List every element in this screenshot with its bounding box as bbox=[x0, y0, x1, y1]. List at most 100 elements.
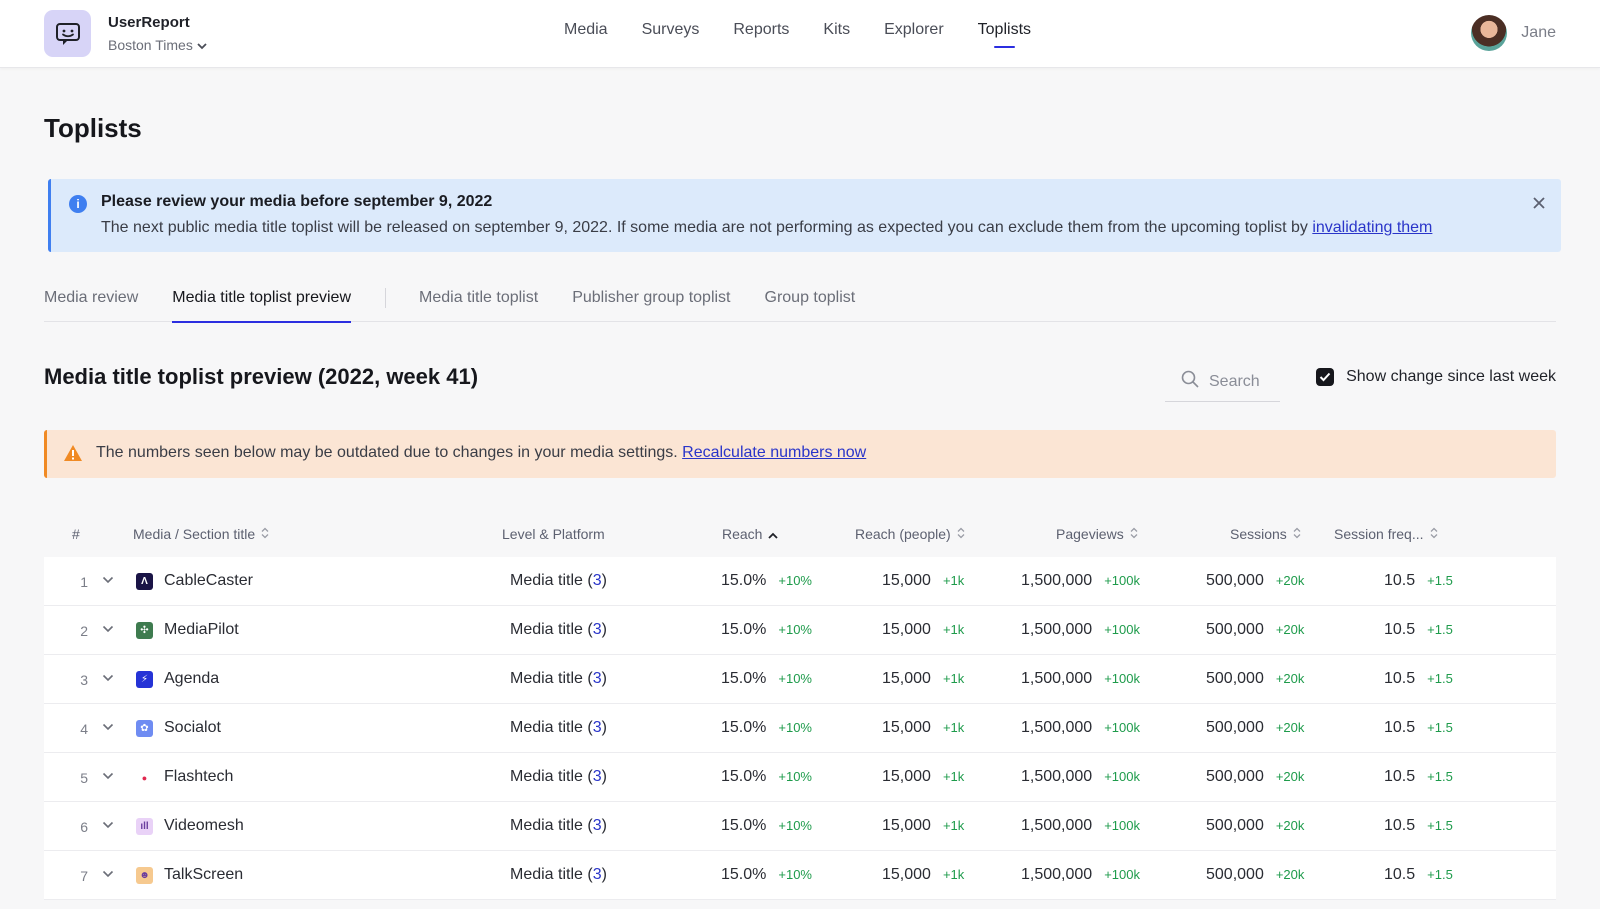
nav-item-kits[interactable]: Kits bbox=[823, 21, 850, 39]
nav-item-reports[interactable]: Reports bbox=[733, 21, 789, 39]
session-freq-delta: +1.5 bbox=[1427, 867, 1453, 882]
show-change-checkbox[interactable] bbox=[1316, 368, 1335, 386]
col-pageviews[interactable]: Pageviews bbox=[1056, 526, 1138, 542]
session-freq-delta: +1.5 bbox=[1427, 720, 1453, 735]
row-rank: 5 bbox=[80, 770, 88, 786]
session-freq-cell: 10.5 +1.5 bbox=[1384, 866, 1453, 884]
cablecaster-logo-icon: Λ bbox=[136, 573, 153, 590]
chevron-down-icon bbox=[197, 37, 207, 53]
level-count-link[interactable]: 3 bbox=[593, 719, 602, 736]
show-change-toggle[interactable]: Show change since last week bbox=[1316, 368, 1556, 386]
reach-value: 15.0% bbox=[721, 621, 767, 638]
chevron-down-icon[interactable] bbox=[102, 620, 114, 638]
media-name[interactable]: CableCaster bbox=[164, 572, 253, 590]
table-row[interactable]: 3 ⚡ Agenda Media title (3) 15.0% +10% 15,… bbox=[44, 655, 1556, 704]
socialot-logo-icon: ✿ bbox=[136, 720, 153, 737]
reach-people-delta: +1k bbox=[942, 720, 965, 735]
level-count-link[interactable]: 3 bbox=[593, 866, 602, 883]
search-input[interactable]: Search bbox=[1165, 362, 1280, 402]
recalculate-link[interactable]: Recalculate numbers now bbox=[682, 444, 866, 461]
nav-item-toplists[interactable]: Toplists bbox=[978, 21, 1031, 48]
search-placeholder: Search bbox=[1209, 372, 1260, 390]
nav-item-media[interactable]: Media bbox=[564, 21, 608, 39]
reach-people-cell: 15,000 +1k bbox=[882, 719, 964, 737]
media-name[interactable]: Agenda bbox=[164, 670, 219, 688]
session-freq-value: 10.5 bbox=[1384, 572, 1416, 589]
chevron-down-icon[interactable] bbox=[102, 865, 114, 883]
col-reach[interactable]: Reach bbox=[722, 526, 779, 542]
reach-delta: +10% bbox=[778, 818, 812, 833]
reach-value: 15.0% bbox=[721, 866, 767, 883]
level-label-end: ) bbox=[601, 621, 607, 638]
level-count-link[interactable]: 3 bbox=[593, 817, 602, 834]
level-count-link[interactable]: 3 bbox=[593, 621, 602, 638]
info-banner: i Please review your media before septem… bbox=[48, 179, 1561, 252]
level-count-link[interactable]: 3 bbox=[593, 670, 602, 687]
tab-media-review[interactable]: Media review bbox=[44, 280, 138, 322]
pageviews-value: 1,500,000 bbox=[1021, 670, 1093, 687]
reach-delta: +10% bbox=[778, 720, 812, 735]
pageviews-delta: +100k bbox=[1104, 720, 1140, 735]
chevron-down-icon[interactable] bbox=[102, 816, 114, 834]
toplist-tabs: Media review Media title toplist preview… bbox=[44, 280, 1556, 323]
session-freq-delta: +1.5 bbox=[1427, 769, 1453, 784]
invalidate-link[interactable]: invalidating them bbox=[1312, 219, 1432, 236]
nav-item-surveys[interactable]: Surveys bbox=[642, 21, 700, 39]
table-row[interactable]: 7 ☻ TalkScreen Media title (3) 15.0% +10%… bbox=[44, 851, 1556, 900]
avatar[interactable] bbox=[1471, 15, 1508, 51]
sessions-delta: +20k bbox=[1275, 769, 1305, 784]
col-session-freq[interactable]: Session freq... bbox=[1334, 526, 1438, 542]
tab-publisher-group-toplist[interactable]: Publisher group toplist bbox=[572, 280, 730, 322]
session-freq-value: 10.5 bbox=[1384, 670, 1416, 687]
tab-media-title-toplist[interactable]: Media title toplist bbox=[419, 280, 538, 322]
table-row[interactable]: 1 Λ CableCaster Media title (3) 15.0% +10… bbox=[44, 557, 1556, 606]
level-count-link[interactable]: 3 bbox=[593, 572, 602, 589]
reach-cell: 15.0% +10% bbox=[721, 719, 812, 737]
media-name[interactable]: Socialot bbox=[164, 719, 221, 737]
tab-media-title-toplist-preview[interactable]: Media title toplist preview bbox=[172, 280, 351, 323]
show-change-label: Show change since last week bbox=[1346, 368, 1556, 385]
app-logo-icon[interactable] bbox=[44, 10, 91, 57]
table-row[interactable]: 2 ✣ MediaPilot Media title (3) 15.0% +10%… bbox=[44, 606, 1556, 655]
reach-people-delta: +1k bbox=[942, 671, 965, 686]
media-name[interactable]: MediaPilot bbox=[164, 621, 239, 639]
media-name[interactable]: Flashtech bbox=[164, 768, 233, 786]
row-rank: 7 bbox=[80, 868, 88, 884]
chevron-down-icon[interactable] bbox=[102, 571, 114, 589]
row-rank: 1 bbox=[80, 574, 88, 590]
user-menu[interactable]: Jane bbox=[1471, 15, 1556, 51]
col-sessions[interactable]: Sessions bbox=[1230, 526, 1301, 542]
close-icon[interactable] bbox=[1533, 193, 1545, 213]
sessions-cell: 500,000 +20k bbox=[1206, 719, 1304, 737]
reach-people-cell: 15,000 +1k bbox=[882, 572, 964, 590]
level-platform: Media title (3) bbox=[510, 866, 607, 884]
pageviews-value: 1,500,000 bbox=[1021, 817, 1093, 834]
talkscreen-logo-icon: ☻ bbox=[136, 867, 153, 884]
table-row[interactable]: 4 ✿ Socialot Media title (3) 15.0% +10% 1… bbox=[44, 704, 1556, 753]
table-row[interactable]: 6 ıll Videomesh Media title (3) 15.0% +10… bbox=[44, 802, 1556, 851]
media-name[interactable]: TalkScreen bbox=[164, 866, 243, 884]
chevron-down-icon[interactable] bbox=[102, 767, 114, 785]
tab-divider bbox=[385, 288, 387, 308]
pageviews-cell: 1,500,000 +100k bbox=[1021, 719, 1140, 737]
col-reach-people[interactable]: Reach (people) bbox=[855, 526, 965, 542]
sessions-value: 500,000 bbox=[1206, 719, 1264, 736]
level-count-link[interactable]: 3 bbox=[593, 768, 602, 785]
info-banner-title: Please review your media before septembe… bbox=[101, 193, 493, 210]
col-title[interactable]: Media / Section title bbox=[133, 526, 269, 542]
table-row[interactable]: 5 ● Flashtech Media title (3) 15.0% +10% … bbox=[44, 753, 1556, 802]
org-switcher[interactable]: Boston Times bbox=[108, 37, 207, 53]
sessions-value: 500,000 bbox=[1206, 768, 1264, 785]
level-label: Media title ( bbox=[510, 719, 593, 736]
page-title: Toplists bbox=[44, 113, 142, 143]
session-freq-cell: 10.5 +1.5 bbox=[1384, 719, 1453, 737]
col-session-freq-label: Session freq... bbox=[1334, 526, 1424, 542]
col-sessions-label: Sessions bbox=[1230, 526, 1287, 542]
warning-banner: The numbers seen below may be outdated d… bbox=[44, 430, 1556, 478]
sessions-delta: +20k bbox=[1275, 671, 1305, 686]
media-name[interactable]: Videomesh bbox=[164, 817, 244, 835]
chevron-down-icon[interactable] bbox=[102, 669, 114, 687]
nav-item-explorer[interactable]: Explorer bbox=[884, 21, 944, 39]
tab-group-toplist[interactable]: Group toplist bbox=[765, 280, 856, 322]
chevron-down-icon[interactable] bbox=[102, 718, 114, 736]
